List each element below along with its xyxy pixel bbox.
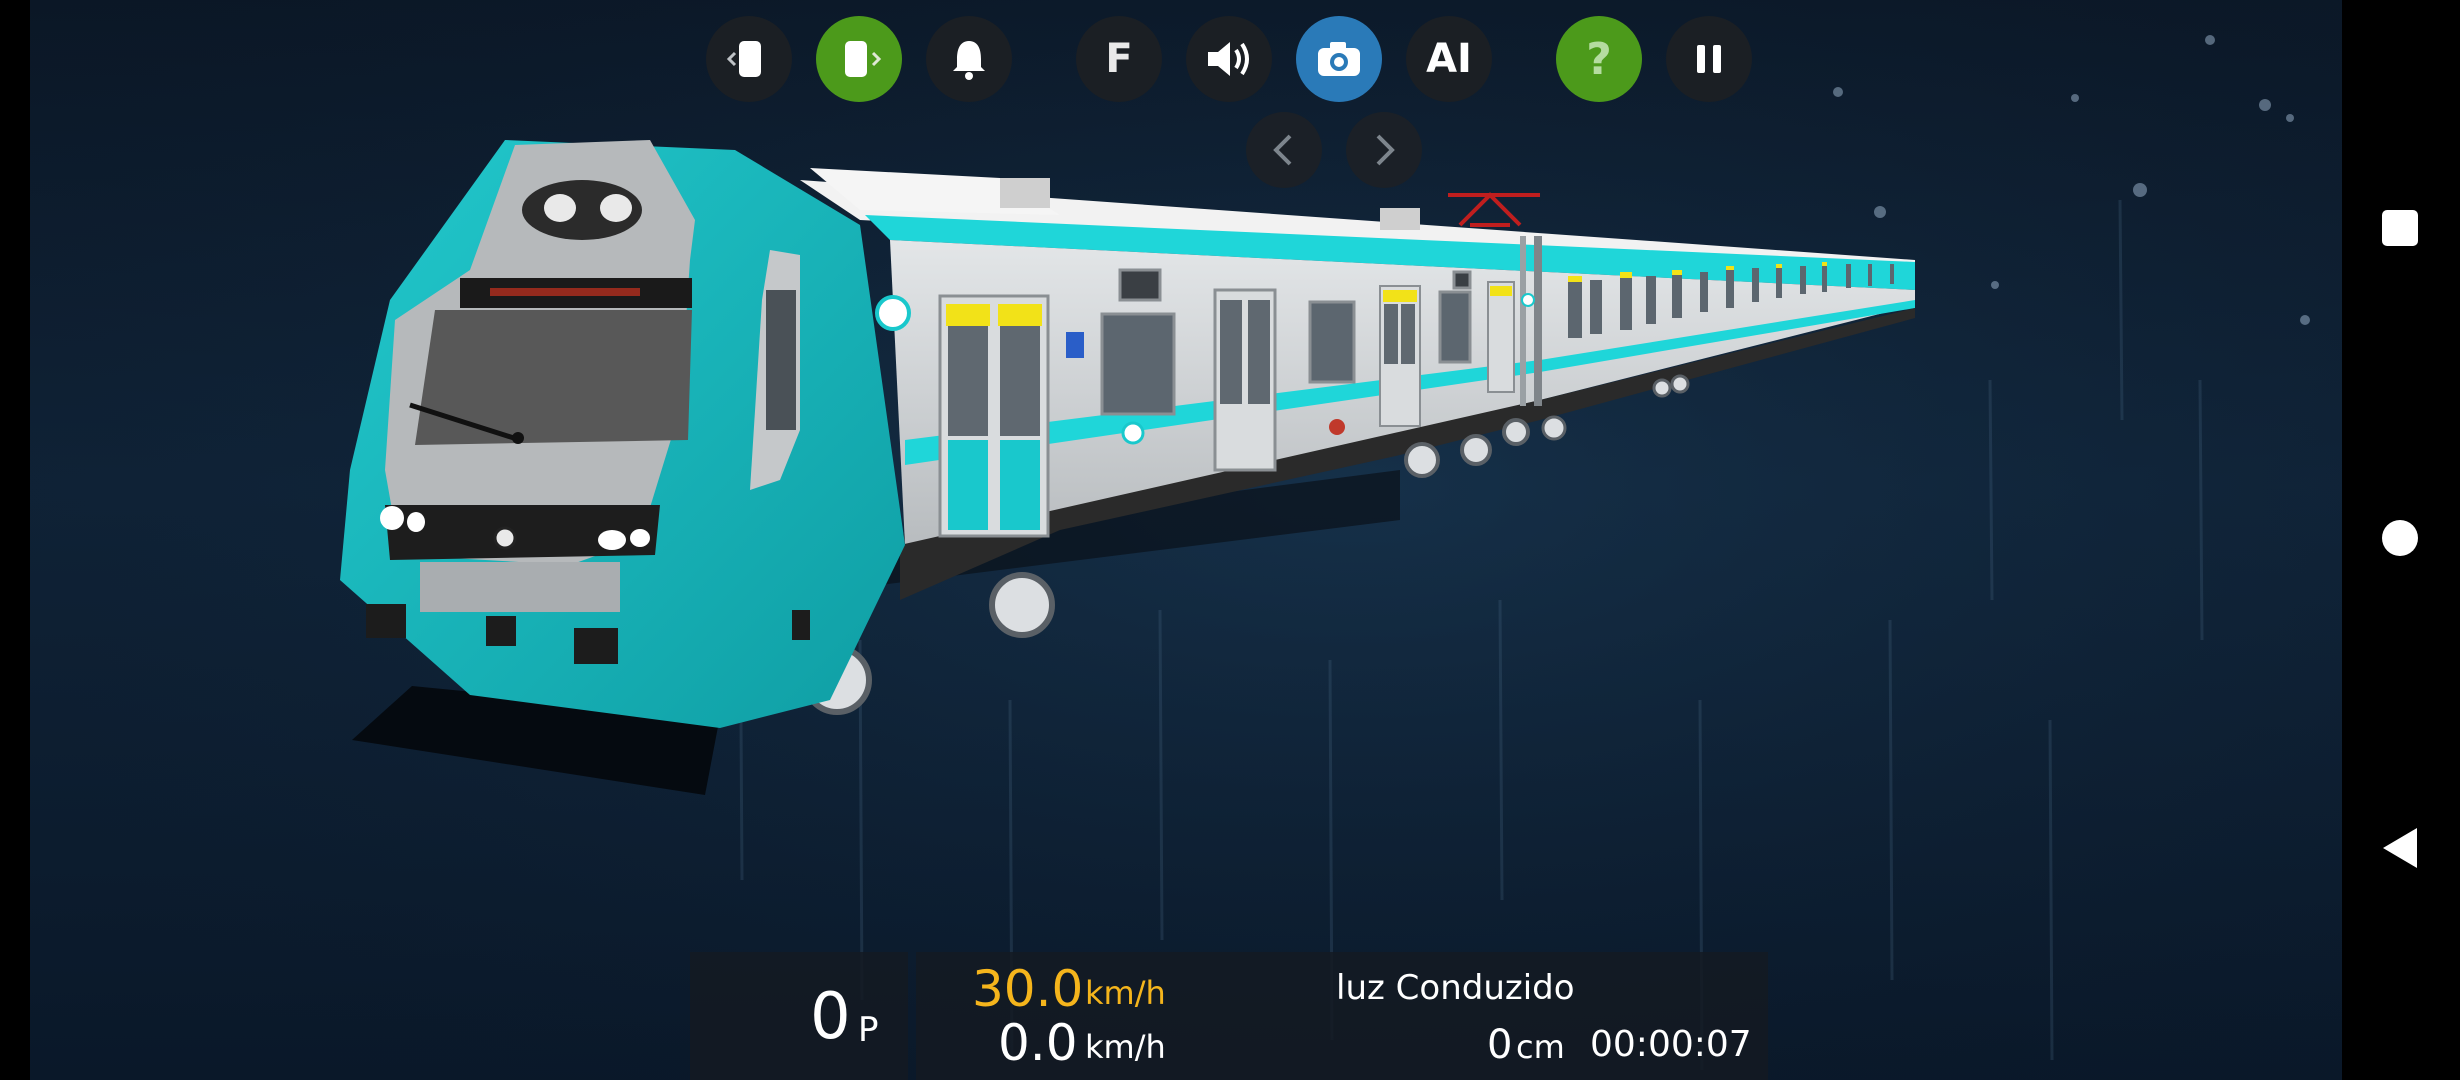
state-seal-icon [1329,419,1345,435]
left-edge-bar [0,0,30,1080]
chevron-left-icon [1273,134,1292,166]
f-button[interactable]: F [1076,16,1162,102]
triangle-back-icon [2383,828,2417,868]
camera-button[interactable] [1296,16,1382,102]
current-speed-unit: km/h [1085,1028,1166,1066]
pause-button[interactable] [1666,16,1752,102]
speed-limit-unit: km/h [1085,974,1166,1012]
ai-button-label: AI [1426,36,1472,82]
ai-button[interactable]: AI [1406,16,1492,102]
help-button-label: ? [1586,33,1612,85]
camera-prev-car-button[interactable] [706,16,792,102]
camera-icon [1318,42,1360,76]
nav-home-button[interactable] [2360,498,2440,578]
circle-icon [2382,520,2418,556]
door-left-icon [726,41,761,77]
help-button[interactable]: ? [1556,16,1642,102]
distance-unit: cm [1516,1028,1565,1066]
f-button-label: F [1105,36,1133,82]
throttle-value: 0 [810,980,851,1054]
game-viewport[interactable] [0,0,2460,1080]
bell-button[interactable] [926,16,1012,102]
distance-value: 0 [1487,1022,1513,1068]
camera-next-car-button[interactable] [816,16,902,102]
bell-icon [953,41,985,80]
driving-hud: 0 P 30.0 km/h 0.0 km/h luz Conduzido 0 c… [690,952,1768,1080]
throttle-mode: P [858,1010,879,1050]
square-icon [2382,210,2418,246]
nav-recents-button[interactable] [2360,188,2440,268]
speaker-icon [1208,42,1249,76]
nav-back-button[interactable] [2360,808,2440,888]
current-speed-value: 0.0 [998,1014,1078,1072]
speed-limit-value: 30.0 [972,960,1084,1018]
door-right-icon [845,41,882,77]
chevron-right-icon [1376,134,1395,166]
sound-button[interactable] [1186,16,1272,102]
camera-right-arrow[interactable] [1346,112,1422,188]
status-text: luz Conduzido [1336,968,1575,1008]
elapsed-timer: 00:00:07 [1590,1024,1752,1065]
pause-icon [1697,45,1721,73]
camera-left-arrow[interactable] [1246,112,1322,188]
accessibility-sign-icon [1066,332,1084,358]
